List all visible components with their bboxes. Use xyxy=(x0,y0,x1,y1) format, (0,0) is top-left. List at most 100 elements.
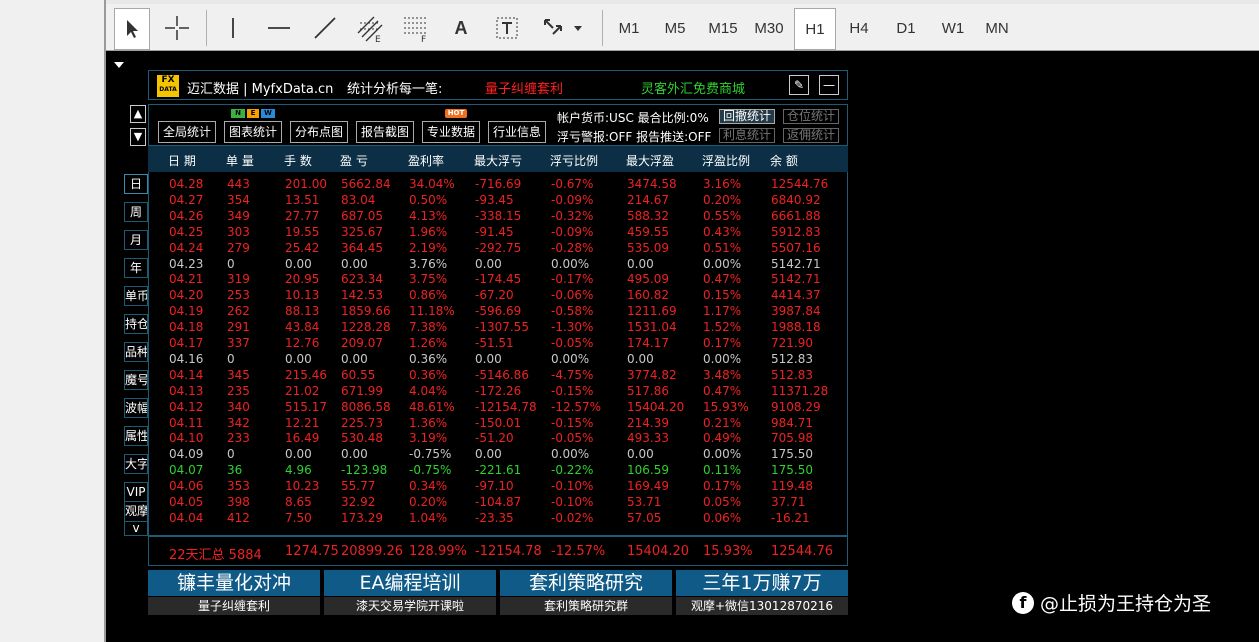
side-button-week[interactable]: 周 xyxy=(124,202,148,222)
text-tool-button[interactable]: A xyxy=(444,8,478,48)
column-header[interactable]: 手 数 xyxy=(284,152,312,169)
industry-info-button[interactable]: 行业信息 xyxy=(488,121,546,143)
link-free-mall[interactable]: 灵客外汇免费商城 xyxy=(641,78,745,97)
minimize-icon: — xyxy=(823,78,835,92)
table-cell: 27.77 xyxy=(285,208,320,223)
drawdown-stats-button[interactable]: 回撤统计 xyxy=(719,109,775,124)
table-cell: 671.99 xyxy=(341,383,383,398)
table-cell: 88.13 xyxy=(285,304,320,319)
column-header[interactable]: 盈 亏 xyxy=(340,152,368,169)
table-row[interactable]: 04.27 354 13.51 83.04 0.50% -93.45 -0.09% 214.6… xyxy=(149,192,849,208)
report-screenshot-button[interactable]: 报告截图 xyxy=(356,121,414,143)
equidistant-channel-tool-button[interactable]: E xyxy=(352,8,388,48)
pro-data-button[interactable]: 专业数据 xyxy=(422,121,480,143)
timeframe-mn[interactable]: MN xyxy=(978,8,1016,48)
arrows-icon xyxy=(544,19,562,35)
side-button-currency[interactable]: 单币 xyxy=(124,286,148,306)
table-row[interactable]: 04.07 36 4.96 -123.98 -0.75% -221.61 -0.22% 106… xyxy=(149,462,849,478)
ad-banner-3[interactable]: 套利策略研究 套利策略研究群 xyxy=(500,570,672,615)
table-row[interactable]: 04.05 398 8.65 32.92 0.20% -104.87 -0.10% 53.71… xyxy=(149,494,849,510)
side-button-vip[interactable]: VIP xyxy=(124,482,148,502)
side-button-position[interactable]: 持仓 xyxy=(124,314,148,334)
table-row[interactable]: 04.10 233 16.49 530.48 3.19% -51.20 -0.05% 493.… xyxy=(149,430,849,446)
timeframe-m15[interactable]: M15 xyxy=(702,8,744,48)
table-cell: -0.09% xyxy=(551,192,594,207)
column-header[interactable]: 最大浮盈 xyxy=(626,152,674,169)
scroll-up-button[interactable]: ▲ xyxy=(130,105,146,123)
arrows-tool-dropdown[interactable] xyxy=(536,8,588,48)
table-row[interactable]: 04.23 0 0.00 0.00 3.76% 0.00 0.00% 0.00 0.00% 514… xyxy=(149,256,849,272)
side-more-button[interactable]: v xyxy=(124,521,148,536)
table-row[interactable]: 04.06 353 10.23 55.77 0.34% -97.10 -0.10% 169.4… xyxy=(149,478,849,494)
edit-button[interactable]: ✎ xyxy=(789,75,809,95)
table-row[interactable]: 04.14 345 215.46 60.55 0.36% -5146.86 -4.75% 37… xyxy=(149,367,849,383)
column-header[interactable]: 日 期 xyxy=(168,152,196,169)
table-row[interactable]: 04.19 262 88.13 1859.66 11.18% -596.69 -0.58% 1… xyxy=(149,303,849,319)
column-header[interactable]: 浮盈比例 xyxy=(702,152,750,169)
ad-banner-1[interactable]: 镰丰量化对冲 量子纠缠套利 xyxy=(148,570,320,615)
table-row[interactable]: 04.16 0 0.00 0.00 0.36% 0.00 0.00% 0.00 0.00% 512… xyxy=(149,351,849,367)
horizontal-line-tool-button[interactable] xyxy=(262,8,296,48)
side-button-year[interactable]: 年 xyxy=(124,258,148,278)
table-row[interactable]: 04.04 412 7.50 173.29 1.04% -23.35 -0.02% 57.05… xyxy=(149,510,849,526)
side-button-property[interactable]: 属性 xyxy=(124,426,148,446)
scroll-down-button[interactable]: ▼ xyxy=(130,128,146,146)
text-tool-label: A xyxy=(454,17,468,38)
table-row[interactable]: 04.20 253 10.13 142.53 0.86% -67.20 -0.06% 160.… xyxy=(149,287,849,303)
link-quantum-arbitrage[interactable]: 量子纠缠套利 xyxy=(485,78,563,97)
side-button-symbol[interactable]: 品种 xyxy=(124,342,148,362)
table-row[interactable]: 04.25 303 19.55 325.67 1.96% -91.45 -0.09% 459.… xyxy=(149,224,849,240)
column-header[interactable]: 单 量 xyxy=(226,152,254,169)
interest-stats-button[interactable]: 利息统计 xyxy=(719,128,775,143)
table-cell: 412 xyxy=(227,510,250,525)
timeframe-h1[interactable]: H1 xyxy=(794,8,836,50)
chart-stats-button[interactable]: 图表统计 xyxy=(224,121,282,143)
table-row[interactable]: 04.13 235 21.02 671.99 4.04% -172.26 -0.15% 517… xyxy=(149,383,849,399)
timeframe-h4[interactable]: H4 xyxy=(840,8,878,48)
table-cell: 173.29 xyxy=(341,510,383,525)
table-row[interactable]: 04.18 291 43.84 1228.28 7.38% -1307.55 -1.30% 1… xyxy=(149,319,849,335)
text-label-tool-button[interactable] xyxy=(490,8,524,48)
rebate-stats-button[interactable]: 返佣统计 xyxy=(783,128,839,143)
table-row[interactable]: 04.21 319 20.95 623.34 3.75% -174.45 -0.17% 495… xyxy=(149,271,849,287)
global-stats-button[interactable]: 全局统计 xyxy=(158,121,216,143)
side-button-bigfont[interactable]: 大字 xyxy=(124,454,148,474)
crosshair-tool-button[interactable] xyxy=(160,8,194,48)
ad-banner-4[interactable]: 三年1万赚7万 观摩+微信13012870216 xyxy=(676,570,848,615)
fibonacci-tool-button[interactable]: F xyxy=(398,8,434,48)
table-row[interactable]: 04.09 0 0.00 0.00 -0.75% 0.00 0.00% 0.00 0.00% 17… xyxy=(149,446,849,462)
timeframe-m30[interactable]: M30 xyxy=(748,8,790,48)
table-row[interactable]: 04.17 337 12.76 209.07 1.26% -51.51 -0.05% 174.… xyxy=(149,335,849,351)
table-row[interactable]: 04.24 279 25.42 364.45 2.19% -292.75 -0.28% 535… xyxy=(149,240,849,256)
column-header[interactable]: 最大浮亏 xyxy=(474,152,522,169)
vertical-line-tool-button[interactable] xyxy=(216,8,250,48)
hot-badge: HOT xyxy=(445,109,467,118)
side-button-day[interactable]: 日 xyxy=(124,174,148,194)
cursor-tool-button[interactable] xyxy=(114,8,150,50)
timeframe-m1[interactable]: M1 xyxy=(612,8,646,48)
side-button-magic[interactable]: 魔号 xyxy=(124,370,148,390)
ad-banner-2[interactable]: EA编程培训 漆天交易学院开课啦 xyxy=(324,570,496,615)
minimize-button[interactable]: — xyxy=(819,75,839,95)
column-header[interactable]: 盈利率 xyxy=(408,152,444,169)
timeframe-m5[interactable]: M5 xyxy=(656,8,694,48)
table-row[interactable]: 04.11 342 12.21 225.73 1.36% -150.01 -0.15% 214… xyxy=(149,415,849,431)
table-cell: 0.47% xyxy=(703,383,742,398)
table-cell: 1.04% xyxy=(409,510,448,525)
side-button-volatility[interactable]: 波幅 xyxy=(124,398,148,418)
timeframe-w1[interactable]: W1 xyxy=(934,8,972,48)
table-row[interactable]: 04.26 349 27.77 687.05 4.13% -338.15 -0.32% 588… xyxy=(149,208,849,224)
trendline-tool-button[interactable] xyxy=(308,8,342,48)
table-row[interactable]: 04.12 340 515.17 8086.58 48.61% -12154.78 -12.… xyxy=(149,399,849,415)
side-button-watch[interactable]: 观摩 xyxy=(124,502,148,522)
position-stats-button[interactable]: 仓位统计 xyxy=(783,109,839,124)
distribution-chart-button[interactable]: 分布点图 xyxy=(290,121,348,143)
table-cell: 142.53 xyxy=(341,288,383,303)
table-cell: 48.61% xyxy=(409,399,455,414)
side-button-month[interactable]: 月 xyxy=(124,230,148,250)
column-header[interactable]: 浮亏比例 xyxy=(550,152,598,169)
column-header[interactable]: 余 额 xyxy=(770,152,798,169)
table-row[interactable]: 04.28 443 201.00 5662.84 34.04% -716.69 -0.67%… xyxy=(149,176,849,192)
timeframe-d1[interactable]: D1 xyxy=(888,8,924,48)
chart-menu-triangle-icon[interactable] xyxy=(114,62,124,68)
